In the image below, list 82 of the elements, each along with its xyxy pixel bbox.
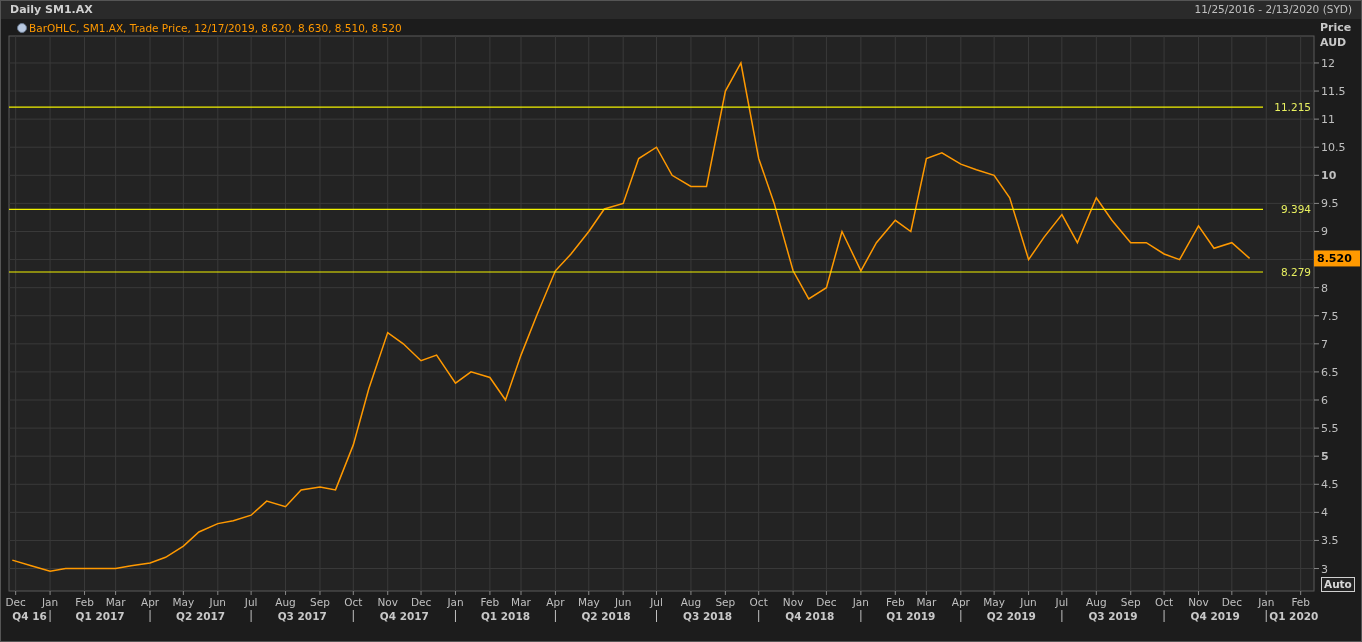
quarter-label: Q1 2018 [480,610,530,622]
axis-label: 12 [1321,56,1335,70]
axis-label: Mar [105,596,126,608]
axis-label: Jan [42,596,59,608]
axis-label: Nov [782,596,804,608]
axis-label: Sep [310,596,330,608]
auto-button[interactable]: Auto [1321,577,1355,592]
axis-label: Jan [447,596,464,608]
axis-label: Mar [511,596,531,608]
axis-label: May [577,596,600,608]
axis-label: Aug [1086,596,1107,608]
axis-label: Oct [344,596,363,608]
axis-label: Feb [75,596,94,608]
axis-label: Dec [816,596,837,608]
axis-label: Dec [1221,596,1242,608]
axis-label: 11 [1321,113,1335,127]
quarter-label: Q4 2018 [785,610,835,622]
axis-label: Oct [749,596,768,608]
axis-label: 5.5 [1321,422,1339,436]
axis-label: 9 [1321,225,1328,239]
axis-label: Dec [410,596,432,608]
last-price-marker: 8.520 [1314,250,1360,267]
axis-label: Jul [1055,596,1069,608]
axis-label: Aug [275,596,296,608]
axis-label: Mar [916,596,937,608]
axis-label: Jan [1258,596,1275,608]
axis-label: Dec [5,596,26,608]
axis-label: Jan [852,596,869,608]
level-label: 11.215 [1274,101,1311,114]
axis-label: 10 [1321,169,1337,183]
legend-text: BarOHLC, SM1.AX, Trade Price, 12/17/2019, 8.620, 8.630, 8.510, 8.520 [29,22,402,34]
axis-label: Jun [615,596,632,608]
axis-label: Nov [377,596,398,608]
axis-label: 10.5 [1321,141,1346,155]
axis-label: Apr [951,596,970,608]
quarter-label: Q2 2017 [176,610,226,622]
axis-label: Jun [1020,596,1037,608]
axis-label: 3 [1321,562,1328,576]
axis-label: Sep [715,596,736,608]
axis-label: Jul [650,596,663,608]
axis-label: 6.5 [1321,365,1339,379]
quarter-label: Q2 2019 [986,610,1036,622]
quarter-label: Q3 2019 [1088,610,1138,622]
quarter-label: Q4 2019 [1190,610,1240,622]
level-label: 9.394 [1280,203,1311,216]
axis-label: Aug [680,596,702,608]
quarter-label: Q1 2019 [886,610,936,622]
quarter-label: Q3 2018 [683,610,733,622]
date-range: 11/25/2016 - 2/13/2020 (SYD) [1194,2,1352,18]
quarter-label: Q2 2018 [581,610,631,622]
axis-label: Feb [1291,596,1310,608]
quarter-label: Q1 2020 [1269,610,1319,622]
axis-label: Sep [1120,596,1141,608]
chart-title: Daily SM1.AX [10,1,93,18]
axis-label: Jun [209,596,226,608]
axis-label: 4 [1321,506,1328,520]
axis-label: Feb [886,596,905,608]
axis-label: Feb [480,596,500,608]
clock-icon [17,23,27,33]
axis-label: 11.5 [1321,85,1346,99]
axis-label: 4.5 [1321,478,1339,492]
axis-label: 6 [1321,394,1328,407]
quarter-label: Q3 2017 [277,610,327,622]
axis-label: Nov [1188,596,1209,608]
axis-title: Price [1320,21,1352,34]
axis-label: May [172,596,195,608]
quarter-label: Q4 16 [12,610,47,622]
axis-label: 9.5 [1321,197,1339,211]
axis-label: 7 [1321,337,1328,351]
axis-label: 5 [1321,450,1329,464]
quarter-label: Q4 2017 [379,610,429,622]
axis-label: 7.5 [1321,309,1339,323]
axis-label: 8 [1321,281,1328,295]
axis-label: 3.5 [1321,534,1339,548]
axis-label: Jul [244,596,258,608]
axis-label: Apr [546,596,565,608]
axis-title: AUD [1320,36,1347,49]
axis-label: May [983,596,1005,608]
quarter-label: Q1 2017 [75,610,125,622]
axis-label: Apr [140,596,160,608]
axis-label: Oct [1155,596,1174,608]
level-label: 8.279 [1280,266,1311,278]
